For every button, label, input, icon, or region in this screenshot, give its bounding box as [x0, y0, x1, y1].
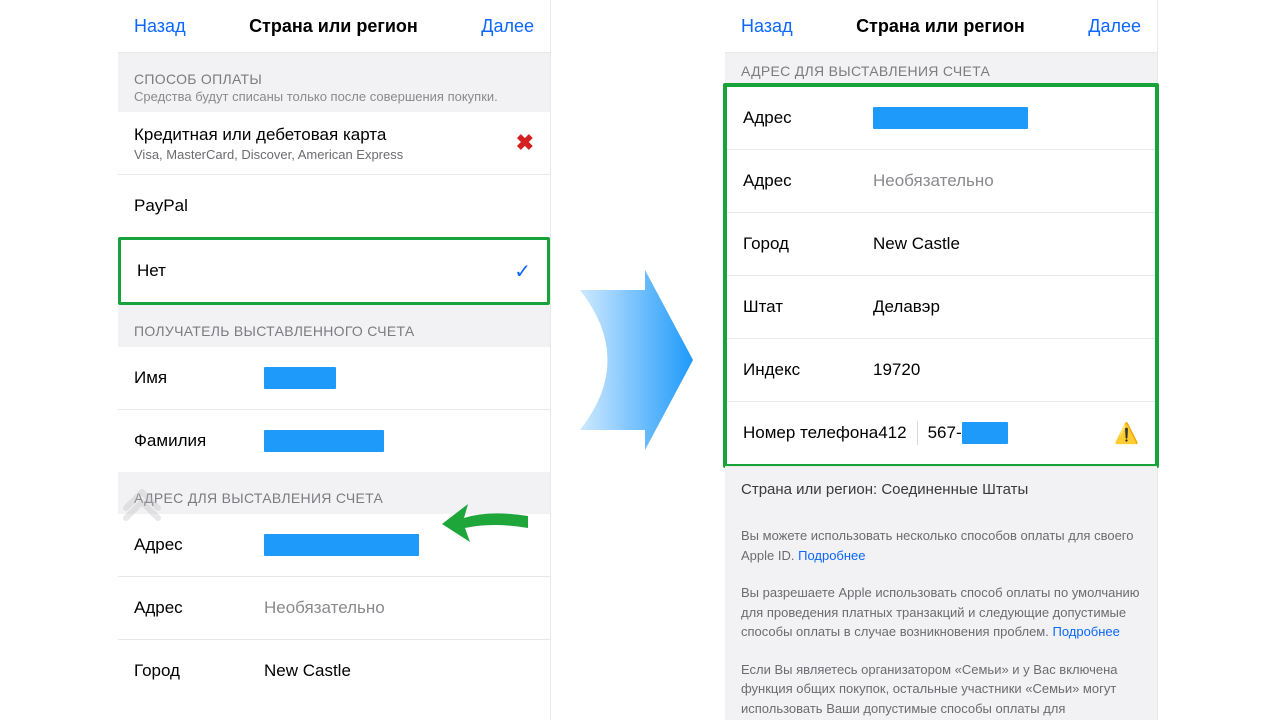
- left-screenshot: Назад Страна или регион Далее СПОСОБ ОПЛ…: [118, 0, 551, 720]
- footer-note-2: Вы разрешаете Apple использовать способ …: [725, 579, 1157, 656]
- billing-address-header: АДРЕС ДЛЯ ВЫСТАВЛЕНИЯ СЧЕТА: [118, 472, 550, 514]
- payment-option-card[interactable]: Кредитная или дебетовая карта Visa, Mast…: [118, 112, 550, 174]
- phone-label: Номер телефона: [743, 423, 878, 443]
- arrow-right-icon: [575, 270, 695, 450]
- redacted-block: [873, 107, 1028, 129]
- address-label: Адрес: [134, 598, 264, 618]
- redacted-block: [962, 422, 1008, 444]
- phone-rest: 567-: [928, 423, 962, 443]
- address-2-placeholder: Необязательно: [264, 598, 385, 618]
- footer-note-1: Вы можете использовать несколько способо…: [725, 512, 1157, 579]
- state-value: Делавэр: [873, 297, 940, 317]
- state-field[interactable]: Штат Делавэр: [727, 275, 1155, 338]
- city-label: Город: [134, 661, 264, 681]
- back-button[interactable]: Назад: [134, 16, 186, 37]
- card-title: Кредитная или дебетовая карта: [134, 125, 403, 145]
- bill-to-group: Имя Фамилия: [118, 347, 550, 472]
- address-1-field[interactable]: Адрес: [118, 514, 550, 576]
- last-name-label: Фамилия: [134, 431, 264, 451]
- check-icon: ✓: [514, 259, 531, 284]
- paypal-label: PayPal: [134, 196, 188, 216]
- payment-option-paypal[interactable]: PayPal: [118, 174, 550, 237]
- warning-icon: ⚠️: [1114, 421, 1139, 446]
- city-value: New Castle: [264, 661, 351, 681]
- back-button[interactable]: Назад: [741, 16, 793, 37]
- zip-label: Индекс: [743, 360, 873, 380]
- payment-method-title: СПОСОБ ОПЛАТЫ: [134, 71, 262, 87]
- next-button[interactable]: Далее: [481, 16, 534, 37]
- card-subtitle: Visa, MasterCard, Discover, American Exp…: [134, 147, 403, 162]
- city-field[interactable]: Город New Castle: [727, 212, 1155, 275]
- first-name-label: Имя: [134, 368, 264, 388]
- phone-field[interactable]: Номер телефона 412 567- ⚠️: [727, 401, 1155, 464]
- zip-value: 19720: [873, 360, 920, 380]
- city-value: New Castle: [873, 234, 960, 254]
- zip-field[interactable]: Индекс 19720: [727, 338, 1155, 401]
- redacted-block: [264, 367, 336, 389]
- city-field[interactable]: Город New Castle: [118, 639, 550, 702]
- payment-method-subtitle: Средства будут списаны только после сове…: [134, 89, 534, 104]
- city-label: Город: [743, 234, 873, 254]
- navbar: Назад Страна или регион Далее: [118, 0, 550, 53]
- billing-address-title: АДРЕС ДЛЯ ВЫСТАВЛЕНИЯ СЧЕТА: [134, 490, 383, 506]
- separator: [917, 421, 918, 445]
- page-title: Страна или регион: [249, 16, 418, 37]
- state-label: Штат: [743, 297, 873, 317]
- payment-option-none[interactable]: Нет ✓: [118, 237, 550, 305]
- footer-text: Если Вы являетесь организатором «Семьи» …: [741, 662, 1118, 720]
- footer-note-3: Если Вы являетесь организатором «Семьи» …: [725, 656, 1157, 720]
- address-1-field[interactable]: Адрес: [727, 87, 1155, 149]
- learn-more-link[interactable]: Подробнее: [1052, 624, 1119, 639]
- right-screenshot: Назад Страна или регион Далее АДРЕС ДЛЯ …: [725, 0, 1158, 720]
- redacted-block: [264, 430, 384, 452]
- x-icon: ✖: [516, 130, 534, 156]
- navbar: Назад Страна или регион Далее: [725, 0, 1157, 53]
- phone-area: 412: [878, 423, 906, 443]
- address-2-field[interactable]: Адрес Необязательно: [118, 576, 550, 639]
- address-label: Адрес: [743, 108, 873, 128]
- address-label: Адрес: [134, 535, 264, 555]
- billing-address-group: Адрес Адрес Необязательно Город New Cast…: [118, 514, 550, 702]
- page-title: Страна или регион: [856, 16, 1025, 37]
- billing-address-group: Адрес Адрес Необязательно Город New Cast…: [727, 87, 1155, 464]
- address-label: Адрес: [743, 171, 873, 191]
- payment-options: Кредитная или дебетовая карта Visa, Mast…: [118, 112, 550, 305]
- next-button[interactable]: Далее: [1088, 16, 1141, 37]
- payment-method-header: СПОСОБ ОПЛАТЫ Средства будут списаны тол…: [118, 53, 550, 112]
- redacted-block: [264, 534, 419, 556]
- highlight-box: Адрес Адрес Необязательно Город New Cast…: [723, 83, 1159, 468]
- bill-to-header: ПОЛУЧАТЕЛЬ ВЫСТАВЛЕННОГО СЧЕТА: [118, 305, 550, 347]
- first-name-field[interactable]: Имя: [118, 347, 550, 409]
- address-2-placeholder: Необязательно: [873, 171, 994, 191]
- none-label: Нет: [137, 261, 166, 281]
- learn-more-link[interactable]: Подробнее: [798, 548, 865, 563]
- billing-address-header: АДРЕС ДЛЯ ВЫСТАВЛЕНИЯ СЧЕТА: [725, 53, 1157, 85]
- region-summary: Страна или регион: Соединенные Штаты: [725, 466, 1157, 512]
- last-name-field[interactable]: Фамилия: [118, 409, 550, 472]
- address-2-field[interactable]: Адрес Необязательно: [727, 149, 1155, 212]
